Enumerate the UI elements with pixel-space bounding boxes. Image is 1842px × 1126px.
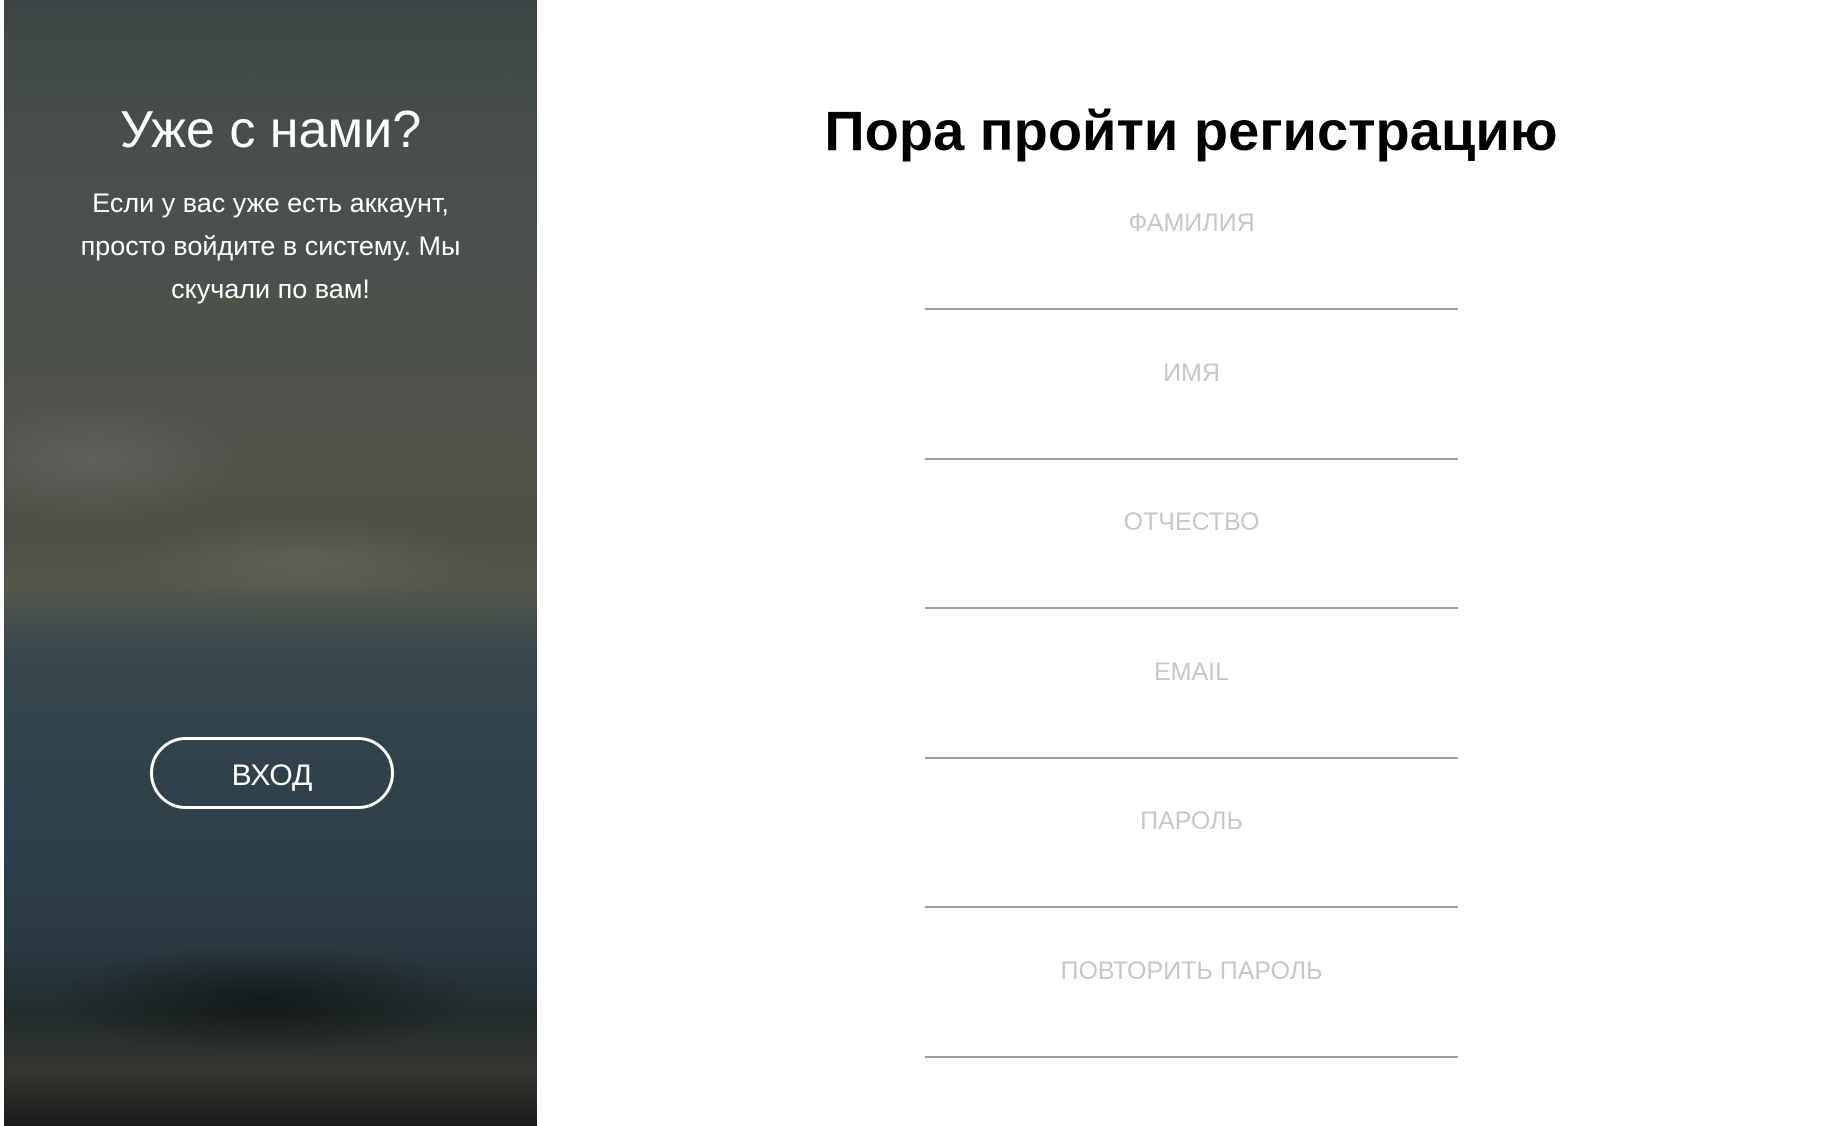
registration-page: Уже с нами? Если у вас уже есть аккаунт,… (0, 0, 1842, 1126)
first-name-field[interactable] (925, 350, 1458, 460)
middle-name-field[interactable] (925, 499, 1458, 609)
repeat-password-field[interactable] (925, 948, 1458, 1058)
email-field[interactable] (925, 649, 1458, 759)
registration-title: Пора пройти регистрацию (824, 99, 1558, 162)
first-name-input[interactable] (925, 350, 1458, 458)
email-input[interactable] (925, 649, 1458, 757)
side-panel-text: Если у вас уже есть аккаунт, просто войд… (80, 188, 461, 304)
repeat-password-input[interactable] (925, 948, 1458, 1056)
login-button[interactable]: ВХОД (150, 737, 394, 809)
last-name-field[interactable] (925, 200, 1458, 310)
middle-name-input[interactable] (925, 499, 1458, 607)
password-input[interactable] (925, 798, 1458, 906)
side-panel-title: Уже с нами? (119, 101, 422, 159)
login-side-panel: Уже с нами? Если у вас уже есть аккаунт,… (4, 0, 537, 1126)
password-field[interactable] (925, 798, 1458, 908)
last-name-input[interactable] (925, 200, 1458, 308)
